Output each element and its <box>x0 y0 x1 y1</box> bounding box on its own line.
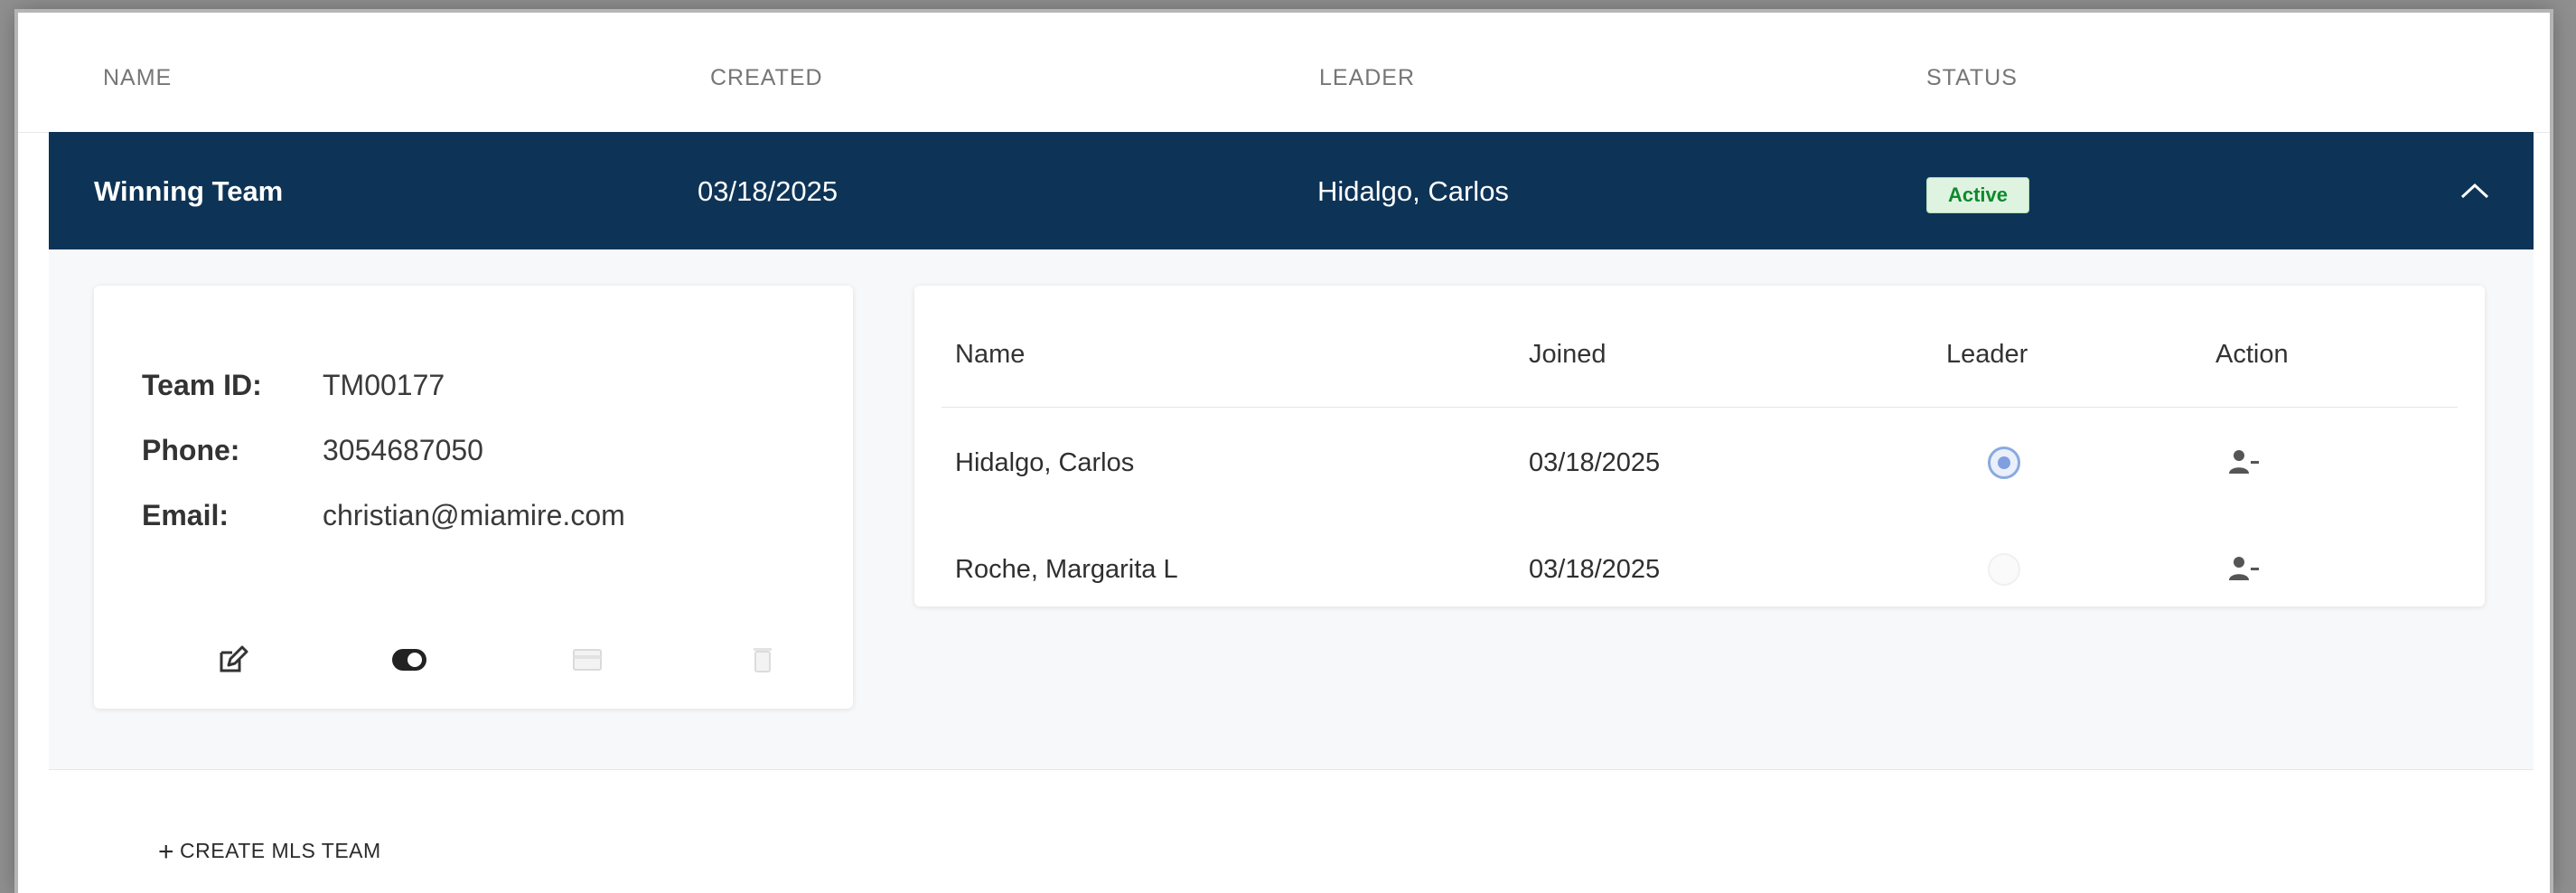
phone-value: 3054687050 <box>323 434 483 466</box>
team-leader: Hidalgo, Carlos <box>1317 175 1509 207</box>
remove-member-button[interactable] <box>2226 551 2262 588</box>
toggle-team-button[interactable] <box>388 638 431 682</box>
member-joined: 03/18/2025 <box>1529 555 1661 584</box>
plus-icon: + <box>158 837 175 867</box>
email-line: Email: christian@miamire.com <box>142 499 625 532</box>
toggle-icon <box>392 649 426 671</box>
column-header-name[interactable]: NAME <box>103 65 172 91</box>
team-row[interactable]: Winning Team 03/18/2025 Hidalgo, Carlos … <box>49 132 2534 249</box>
create-mls-team-label: CREATE MLS TEAM <box>180 839 381 862</box>
leader-radio[interactable] <box>1988 553 2020 586</box>
member-name: Roche, Margarita L <box>955 555 1178 584</box>
members-header-name: Name <box>955 340 1026 369</box>
email-label: Email: <box>142 499 229 531</box>
table-header: NAME CREATED LEADER STATUS <box>18 13 2550 133</box>
team-detail-panel: Team ID: TM00177 Phone: 3054687050 Email: c… <box>49 249 2534 770</box>
phone-label: Phone: <box>142 434 240 466</box>
team-name: Winning Team <box>94 175 284 207</box>
remove-user-icon <box>2229 450 2259 474</box>
members-header-action: Action <box>2215 340 2289 369</box>
remove-user-icon <box>2229 557 2259 580</box>
column-header-status[interactable]: STATUS <box>1926 65 2018 91</box>
members-header-joined: Joined <box>1529 340 1606 369</box>
member-joined: 03/18/2025 <box>1529 448 1661 477</box>
leader-radio[interactable] <box>1988 446 2020 479</box>
card-icon <box>573 649 602 671</box>
status-badge: Active <box>1926 177 2029 213</box>
team-info-card: Team ID: TM00177 Phone: 3054687050 Email: c… <box>94 286 853 709</box>
trash-icon <box>754 648 772 672</box>
chevron-up-icon <box>2460 183 2489 199</box>
remove-member-button[interactable] <box>2226 445 2262 481</box>
team-card-actions <box>94 638 853 692</box>
delete-team-button[interactable] <box>741 638 784 682</box>
team-created-date: 03/18/2025 <box>698 175 838 207</box>
column-header-leader[interactable]: LEADER <box>1319 65 1415 91</box>
team-id-value: TM00177 <box>323 369 445 401</box>
members-header-leader: Leader <box>1946 340 2028 369</box>
phone-line: Phone: 3054687050 <box>142 434 483 467</box>
team-id-label: Team ID: <box>142 369 262 401</box>
team-members-table: Name Joined Leader Action Hidalgo, Carlo… <box>914 286 2485 606</box>
edit-icon <box>220 645 248 672</box>
team-id-line: Team ID: TM00177 <box>142 369 445 402</box>
email-value: christian@miamire.com <box>323 499 625 531</box>
card-button[interactable] <box>566 638 609 682</box>
members-header-divider <box>941 407 2458 408</box>
collapse-button[interactable] <box>2452 168 2497 213</box>
teams-table: NAME CREATED LEADER STATUS Winning Team … <box>18 13 2550 893</box>
create-mls-team-button[interactable]: + CREATE MLS TEAM <box>158 837 381 868</box>
column-header-created[interactable]: CREATED <box>710 65 823 91</box>
edit-team-button[interactable] <box>211 638 254 682</box>
member-name: Hidalgo, Carlos <box>955 448 1135 477</box>
